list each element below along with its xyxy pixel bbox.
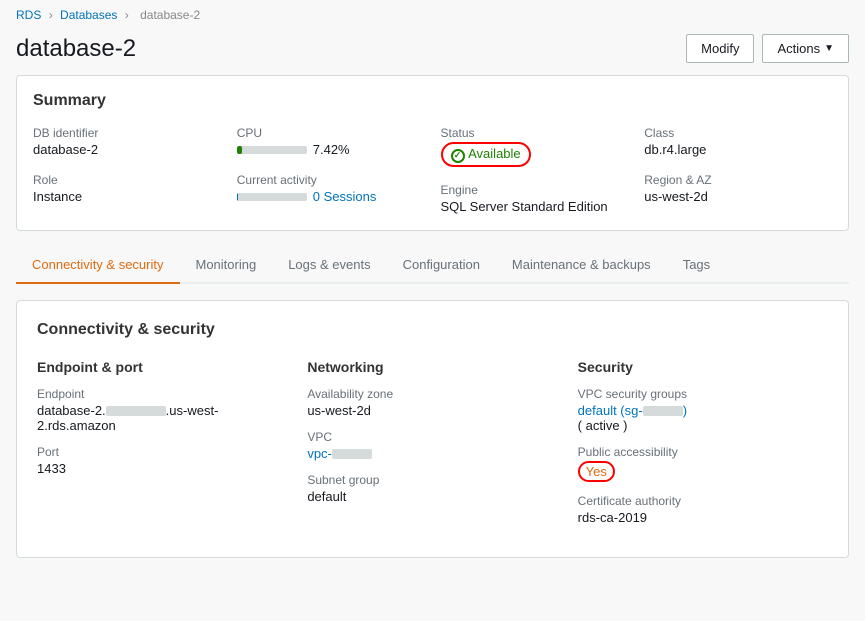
- summary-grid: DB identifier database-2 Role Instance C…: [33, 126, 832, 214]
- content-grid: Endpoint & port Endpoint database-2..us-…: [37, 359, 828, 537]
- db-identifier-label: DB identifier: [33, 126, 221, 140]
- sessions-bar-container: 0 Sessions: [237, 189, 425, 204]
- db-identifier-value: database-2: [33, 142, 221, 157]
- cpu-label: CPU: [237, 126, 425, 140]
- modify-button[interactable]: Modify: [686, 34, 754, 63]
- summary-col-4: Class db.r4.large Region & AZ us-west-2d: [644, 126, 832, 214]
- vpc-redacted: [332, 449, 372, 459]
- az-label: Availability zone: [307, 387, 557, 401]
- cpu-bar-fill: [237, 146, 242, 154]
- tab-connectivity[interactable]: Connectivity & security: [16, 247, 180, 284]
- class-label: Class: [644, 126, 832, 140]
- summary-section: Summary DB identifier database-2 Role In…: [16, 75, 849, 231]
- endpoint-field: Endpoint database-2..us-west-2.rds.amazo…: [37, 387, 287, 433]
- public-label: Public accessibility: [578, 445, 828, 459]
- sg-value: default (sg-) ( active ): [578, 403, 828, 433]
- engine-label: Engine: [441, 183, 629, 197]
- endpoint-label: Endpoint: [37, 387, 287, 401]
- cpu-bar-container: 7.42%: [237, 142, 425, 157]
- networking-col: Networking Availability zone us-west-2d …: [307, 359, 557, 537]
- vpc-label: VPC: [307, 430, 557, 444]
- subnet-field: Subnet group default: [307, 473, 557, 504]
- cert-label: Certificate authority: [578, 494, 828, 508]
- breadcrumb-rds[interactable]: RDS: [16, 8, 41, 22]
- breadcrumb-current: database-2: [140, 8, 200, 22]
- content-title: Connectivity & security: [37, 321, 828, 339]
- subnet-value: default: [307, 489, 557, 504]
- summary-title: Summary: [33, 92, 832, 110]
- sg-field: VPC security groups default (sg-) ( acti…: [578, 387, 828, 433]
- sg-link[interactable]: default (sg-): [578, 403, 687, 418]
- cert-field: Certificate authority rds-ca-2019: [578, 494, 828, 525]
- public-value: Yes: [578, 461, 828, 482]
- summary-col-2: CPU 7.42% Current activity 0 Sessions: [237, 126, 425, 214]
- public-yes: Yes: [578, 461, 615, 482]
- sg-label: VPC security groups: [578, 387, 828, 401]
- sessions-link[interactable]: 0 Sessions: [313, 189, 377, 204]
- current-activity-label: Current activity: [237, 173, 425, 187]
- status-icon: ✓: [451, 149, 465, 163]
- vpc-value: vpc-: [307, 446, 557, 461]
- endpoint-value: database-2..us-west-2.rds.amazon: [37, 403, 287, 433]
- port-field: Port 1433: [37, 445, 287, 476]
- sg-redacted: [643, 406, 683, 416]
- status-label: Status: [441, 126, 629, 140]
- tabs-container: Connectivity & security Monitoring Logs …: [16, 247, 849, 284]
- status-text: Available: [468, 146, 521, 161]
- sessions-bar-fill: [237, 193, 238, 201]
- tab-tags[interactable]: Tags: [667, 247, 726, 284]
- breadcrumb-databases[interactable]: Databases: [60, 8, 117, 22]
- sessions-bar-background: [237, 193, 307, 201]
- security-col: Security VPC security groups default (sg…: [578, 359, 828, 537]
- public-field: Public accessibility Yes: [578, 445, 828, 482]
- role-label: Role: [33, 173, 221, 187]
- summary-col-3: Status ✓ Available Engine SQL Server Sta…: [441, 126, 629, 214]
- breadcrumb: RDS › Databases › database-2: [0, 0, 865, 30]
- subnet-label: Subnet group: [307, 473, 557, 487]
- engine-value: SQL Server Standard Edition: [441, 199, 629, 214]
- port-value: 1433: [37, 461, 287, 476]
- cpu-percent: 7.42%: [313, 142, 350, 157]
- networking-col-title: Networking: [307, 359, 557, 375]
- endpoint-col-title: Endpoint & port: [37, 359, 287, 375]
- summary-col-1: DB identifier database-2 Role Instance: [33, 126, 221, 214]
- page-title: database-2: [16, 35, 136, 63]
- security-col-title: Security: [578, 359, 828, 375]
- page-header: database-2 Modify Actions: [0, 30, 865, 75]
- endpoint-col: Endpoint & port Endpoint database-2..us-…: [37, 359, 287, 537]
- az-value: us-west-2d: [307, 403, 557, 418]
- region-label: Region & AZ: [644, 173, 832, 187]
- sg-status: ( active ): [578, 418, 628, 433]
- tab-monitoring[interactable]: Monitoring: [180, 247, 273, 284]
- status-available-wrapper: ✓ Available: [441, 142, 531, 167]
- port-label: Port: [37, 445, 287, 459]
- status-available: ✓ Available: [441, 142, 531, 167]
- az-field: Availability zone us-west-2d: [307, 387, 557, 418]
- header-buttons: Modify Actions: [686, 34, 849, 63]
- tab-maintenance[interactable]: Maintenance & backups: [496, 247, 667, 284]
- class-value: db.r4.large: [644, 142, 832, 157]
- role-value: Instance: [33, 189, 221, 204]
- tab-logs[interactable]: Logs & events: [272, 247, 386, 284]
- content-section: Connectivity & security Endpoint & port …: [16, 300, 849, 558]
- vpc-field: VPC vpc-: [307, 430, 557, 461]
- endpoint-redacted: [106, 406, 166, 416]
- cpu-bar-background: [237, 146, 307, 154]
- actions-button[interactable]: Actions: [762, 34, 849, 63]
- tab-configuration[interactable]: Configuration: [387, 247, 496, 284]
- region-value: us-west-2d: [644, 189, 832, 204]
- cert-value: rds-ca-2019: [578, 510, 828, 525]
- vpc-link[interactable]: vpc-: [307, 446, 372, 461]
